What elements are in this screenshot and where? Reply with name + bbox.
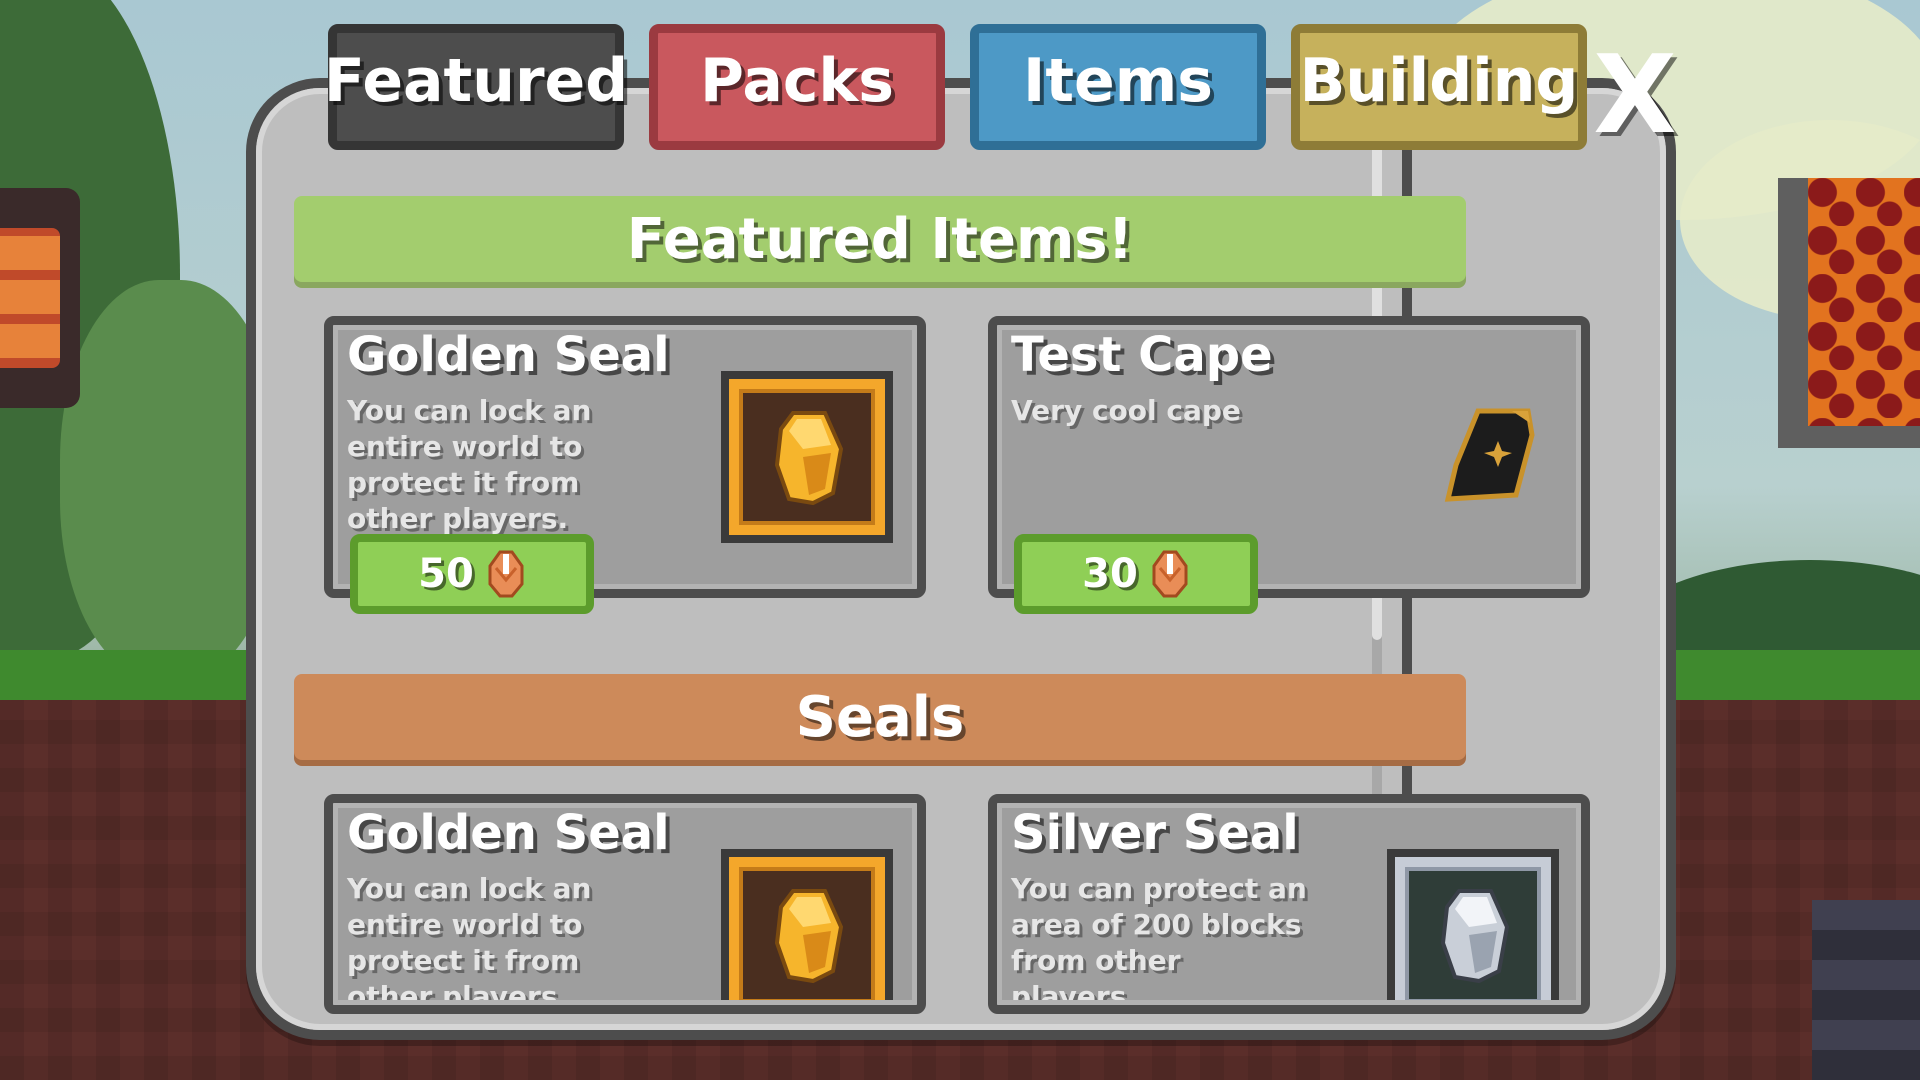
- item-name: Silver Seal: [1011, 805, 1299, 861]
- cape-icon: [1444, 408, 1535, 502]
- item-name: Test Cape: [1011, 327, 1273, 383]
- tab-featured-label: Featured: [323, 46, 629, 116]
- gem-icon: [488, 550, 524, 598]
- stone-block-icon: [1812, 900, 1920, 1080]
- buy-button-golden-seal[interactable]: 50: [350, 534, 594, 614]
- item-name: Golden Seal: [347, 327, 670, 383]
- golden-seal-icon: [721, 849, 893, 1005]
- item-description: Very cool cape: [1011, 394, 1241, 427]
- tab-items[interactable]: Items: [970, 24, 1266, 150]
- seal-item-card-golden-seal[interactable]: Golden Seal You can lock an entire world…: [324, 794, 926, 1014]
- featured-items-banner: Featured Items!: [294, 196, 1466, 282]
- tab-featured[interactable]: Featured: [324, 24, 628, 150]
- item-description: You can lock an entire world to protect …: [347, 394, 592, 535]
- golden-seal-icon: [721, 371, 893, 543]
- silver-seal-icon: [1387, 849, 1559, 1005]
- tab-building-label: Building: [1299, 46, 1579, 116]
- tab-items-label: Items: [1023, 46, 1213, 116]
- price-value: 30: [1082, 551, 1138, 597]
- price-value: 50: [418, 551, 474, 597]
- tab-packs-label: Packs: [699, 46, 895, 116]
- close-button[interactable]: X: [1580, 33, 1690, 158]
- seal-item-card-silver-seal[interactable]: Silver Seal You can protect an area of 2…: [988, 794, 1590, 1014]
- item-description: You can protect an area of 200 blocks fr…: [1011, 872, 1307, 1013]
- gem-icon: [1152, 550, 1188, 598]
- tab-building[interactable]: Building: [1291, 24, 1587, 150]
- lava-block-icon: [1778, 178, 1920, 448]
- item-name: Golden Seal: [347, 805, 670, 861]
- item-description: You can lock an entire world to protect …: [347, 872, 592, 1013]
- tab-packs[interactable]: Packs: [649, 24, 945, 150]
- lantern-icon: [0, 188, 80, 408]
- seals-banner: Seals: [294, 674, 1466, 760]
- buy-button-test-cape[interactable]: 30: [1014, 534, 1258, 614]
